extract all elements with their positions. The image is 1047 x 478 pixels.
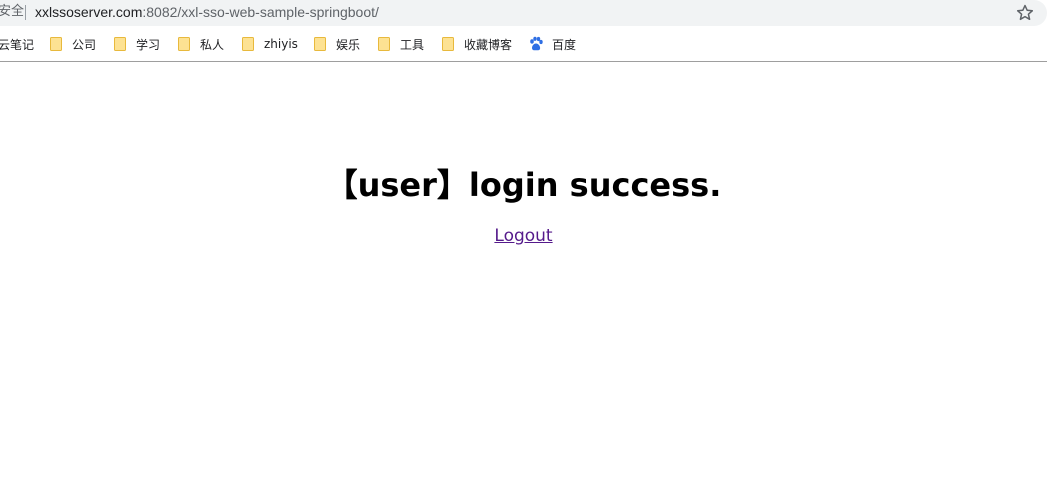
browser-chrome: 安全 xxlssoserver.com:8082/xxl-sso-web-sam…	[0, 0, 1047, 62]
bookmark-baidu[interactable]: 百度	[528, 32, 576, 56]
bookmark-label: 工具	[400, 37, 425, 52]
baidu-paw-icon	[530, 36, 543, 51]
folder-icon	[114, 37, 126, 51]
bookmark-label: 私人	[200, 37, 225, 52]
bookmark-study[interactable]: 学习	[114, 32, 160, 56]
bookmark-star-icon[interactable]	[1015, 3, 1035, 23]
page-content: 【user】login success. Logout	[0, 62, 1047, 478]
bookmark-tools[interactable]: 工具	[378, 32, 424, 56]
address-bar[interactable]: 安全 xxlssoserver.com:8082/xxl-sso-web-sam…	[0, 0, 1047, 26]
bookmark-company[interactable]: 公司	[50, 32, 96, 56]
bookmark-entertainment[interactable]: 娱乐	[314, 32, 360, 56]
bookmark-label: zhiyis	[264, 37, 298, 51]
url-host: xxlssoserver.com	[35, 4, 143, 20]
address-divider	[25, 5, 26, 20]
folder-icon	[442, 37, 454, 51]
security-label[interactable]: 安全	[0, 4, 24, 20]
bookmark-label: 云笔记	[0, 37, 35, 52]
page-title: 【user】login success.	[325, 166, 722, 204]
bookmark-label: 娱乐	[336, 37, 361, 52]
bookmarks-bar: 云笔记 公司 学习 私人 zhiyis 娱乐 工具 收藏博客 百度	[0, 32, 1047, 56]
url-path: :8082/xxl-sso-web-sample-springboot/	[142, 4, 379, 20]
folder-icon	[50, 37, 62, 51]
bookmark-zhiyis[interactable]: zhiyis	[242, 32, 298, 56]
folder-icon	[314, 37, 326, 51]
bookmark-private[interactable]: 私人	[178, 32, 224, 56]
folder-icon	[242, 37, 254, 51]
logout-container: Logout	[0, 225, 1047, 247]
bookmark-label: 收藏博客	[464, 37, 513, 52]
bookmark-label: 学习	[136, 37, 161, 52]
url-text[interactable]: xxlssoserver.com:8082/xxl-sso-web-sample…	[35, 3, 379, 21]
bookmark-label: 百度	[552, 37, 577, 52]
logout-link[interactable]: Logout	[494, 226, 552, 246]
folder-icon	[178, 37, 190, 51]
bookmark-label: 公司	[72, 37, 97, 52]
folder-icon	[378, 37, 390, 51]
bookmark-cloud-notes[interactable]: 云笔记	[0, 32, 34, 56]
bookmark-blog-favorites[interactable]: 收藏博客	[442, 32, 512, 56]
